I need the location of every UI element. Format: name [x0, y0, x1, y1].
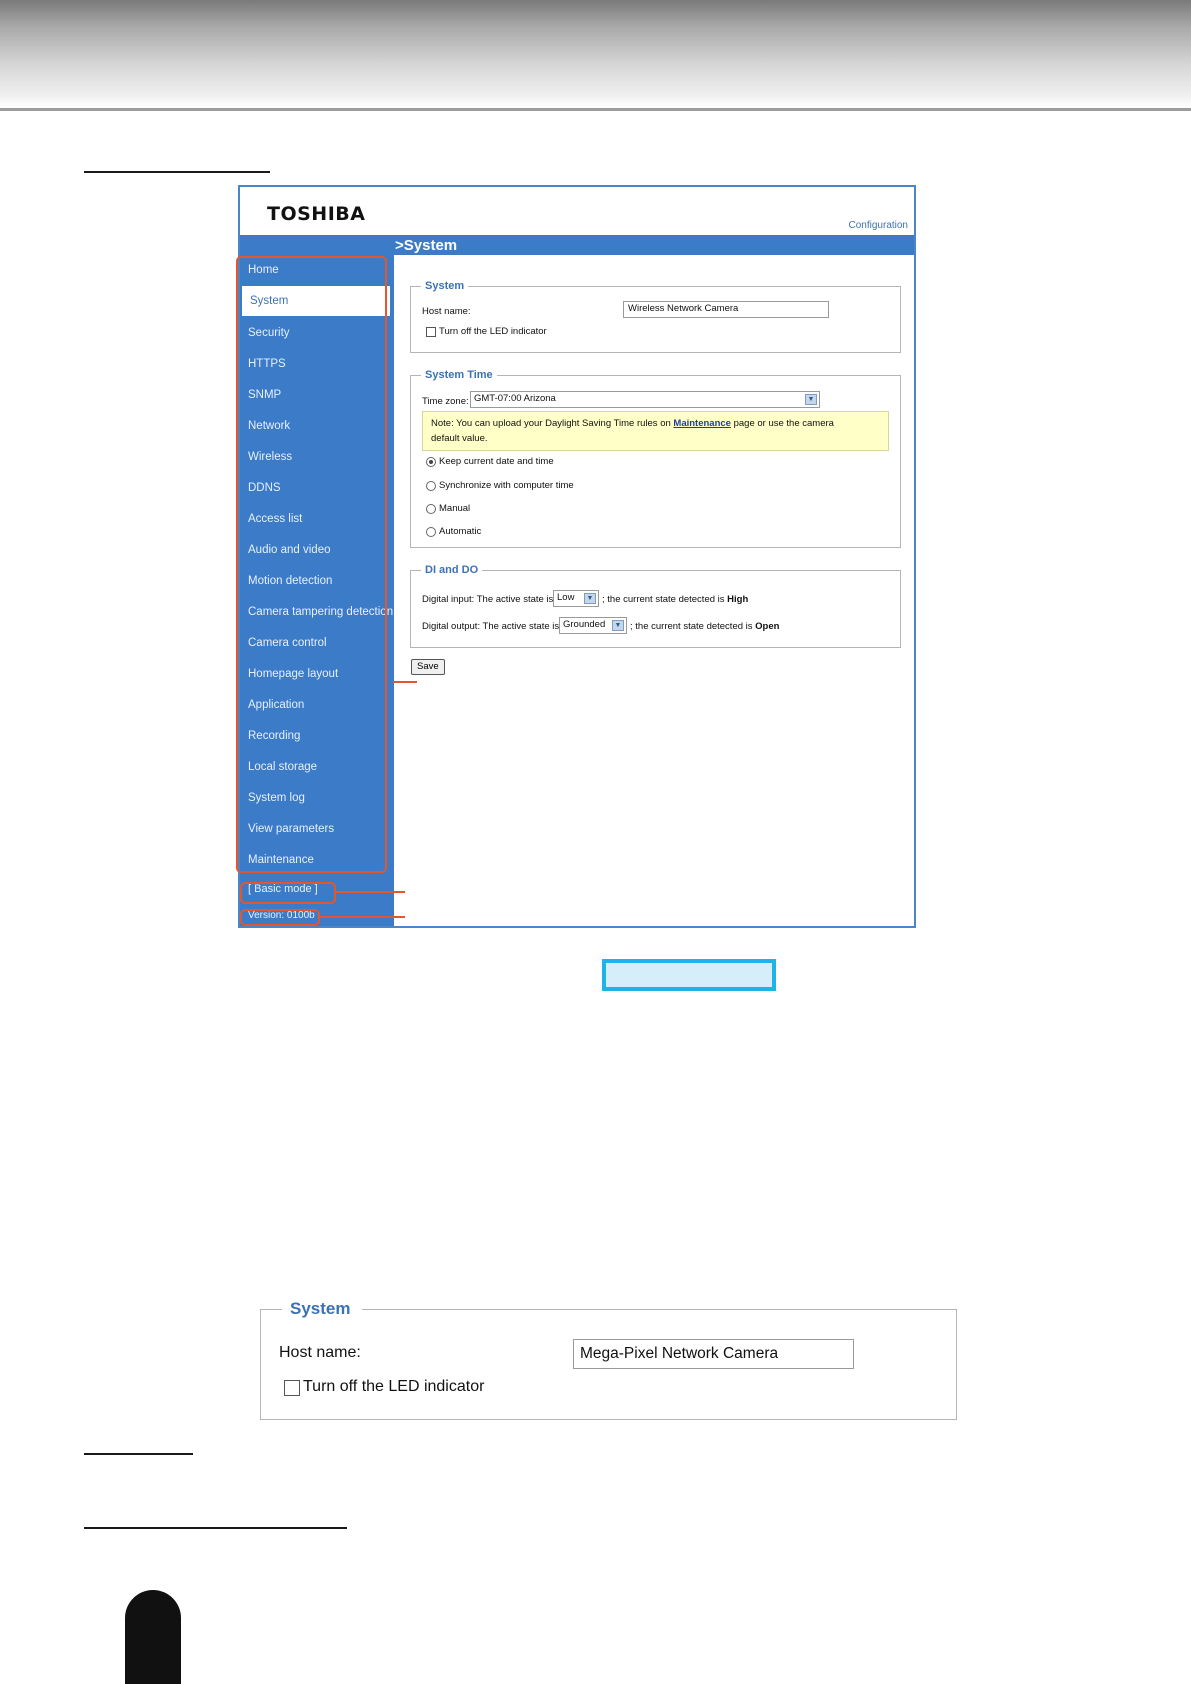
- di-state-select[interactable]: Low ▼: [553, 590, 599, 607]
- radio-keep-current-label: Keep current date and time: [439, 456, 554, 467]
- content-area: System Host name: Wireless Network Camer…: [395, 255, 914, 926]
- chevron-down-icon[interactable]: ▼: [584, 593, 596, 604]
- time-zone-select[interactable]: GMT-07:00 Arizona ▼: [470, 391, 820, 408]
- highlight-box: [602, 959, 776, 991]
- host-name-label: Host name:: [422, 306, 471, 317]
- do-state-value: Grounded: [563, 619, 606, 630]
- do-mid: ; the current state detected is: [630, 621, 753, 632]
- chapter-tab: [125, 1590, 181, 1684]
- host-name-input[interactable]: Wireless Network Camera: [623, 301, 829, 318]
- radio-sync-computer[interactable]: [426, 481, 436, 491]
- sidebar-menu-callout: [236, 256, 387, 873]
- radio-sync-computer-label: Synchronize with computer time: [439, 480, 574, 491]
- enlarged-system-legend: System: [282, 1299, 363, 1319]
- di-state-value: Low: [557, 592, 575, 603]
- configuration-link[interactable]: Configuration: [849, 220, 908, 231]
- enlarged-led-label: Turn off the LED indicator: [303, 1378, 485, 1395]
- version-callout: [240, 909, 320, 926]
- note-text: Note: You can upload your Daylight Savin…: [431, 418, 671, 429]
- system-legend: System: [425, 280, 465, 292]
- time-zone-value: GMT-07:00 Arizona: [474, 393, 556, 404]
- section-heading-underline: [84, 171, 270, 173]
- page-header-band: [0, 0, 1191, 108]
- maintenance-link[interactable]: Maintenance: [673, 418, 731, 429]
- di-detected: ; the current state detected is High: [602, 594, 748, 605]
- do-current-state: Open: [755, 621, 780, 632]
- enlarged-host-name-input[interactable]: Mega-Pixel Network Camera: [573, 1339, 854, 1369]
- callout-leader-basic-mode: [336, 891, 405, 893]
- save-button[interactable]: Save: [411, 659, 445, 675]
- radio-keep-current[interactable]: [426, 457, 436, 467]
- led-label: Turn off the LED indicator: [439, 326, 547, 337]
- do-label: Digital output: The active state is: [422, 621, 559, 632]
- header-divider: [0, 108, 1191, 111]
- radio-manual[interactable]: [426, 504, 436, 514]
- led-checkbox[interactable]: [426, 327, 436, 337]
- di-current-state: High: [727, 594, 749, 605]
- enlarged-host-name-label: Host name:: [279, 1344, 361, 1361]
- subheading-underline-2: [84, 1527, 347, 1529]
- radio-automatic-label: Automatic: [439, 526, 482, 537]
- time-zone-label: Time zone:: [422, 396, 469, 407]
- do-detected: ; the current state detected is Open: [630, 621, 779, 632]
- do-state-select[interactable]: Grounded ▼: [559, 617, 627, 634]
- di-prefix: Digital input: The active state is: [422, 594, 554, 605]
- radio-manual-label: Manual: [439, 503, 471, 514]
- page-title: >System: [395, 237, 458, 254]
- system-time-legend: System Time: [425, 369, 493, 381]
- di-mid: ; the current state detected is: [602, 594, 725, 605]
- callout-leader-version: [320, 916, 405, 918]
- basic-mode-callout: [240, 882, 336, 904]
- toshiba-logo: TOSHIBA: [267, 203, 366, 225]
- callout-leader-menu: [393, 681, 417, 683]
- do-prefix: Digital output: The active state is: [422, 621, 560, 632]
- title-bar: [240, 235, 914, 255]
- di-label: Digital input: The active state is: [422, 594, 553, 605]
- note-text-line2: default value.: [431, 433, 488, 444]
- chevron-down-icon[interactable]: ▼: [612, 620, 624, 631]
- dido-fieldset: DI and DO: [410, 564, 901, 648]
- radio-automatic[interactable]: [426, 527, 436, 537]
- subheading-underline-1: [84, 1453, 193, 1455]
- chevron-down-icon[interactable]: ▼: [805, 394, 817, 405]
- dido-legend: DI and DO: [425, 564, 479, 576]
- note-text-suffix: page or use the camera: [733, 418, 834, 429]
- dst-note: Note: You can upload your Daylight Savin…: [422, 411, 889, 451]
- enlarged-led-checkbox[interactable]: [284, 1380, 300, 1396]
